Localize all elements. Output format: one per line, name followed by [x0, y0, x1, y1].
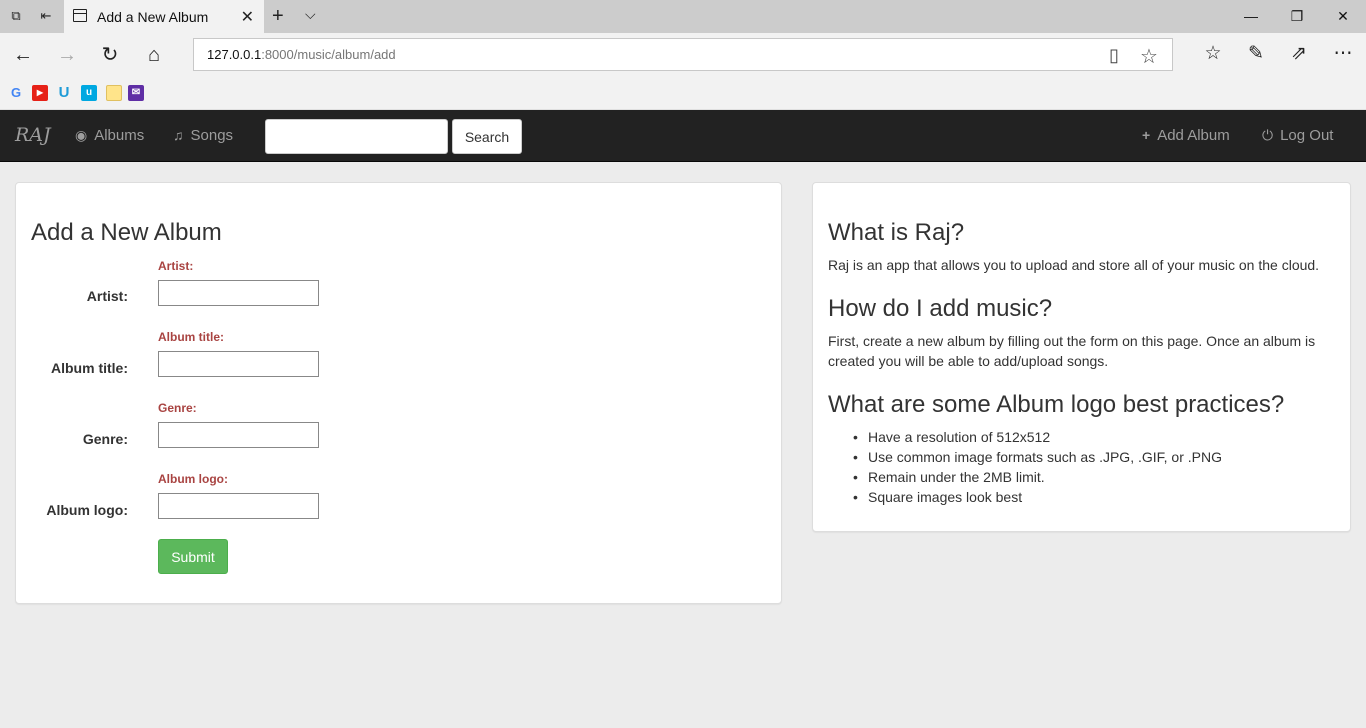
- album-logo-field[interactable]: [158, 493, 319, 519]
- maximize-button[interactable]: ❐: [1274, 0, 1320, 33]
- reading-view-icon[interactable]: ▯: [1109, 45, 1119, 66]
- list-item: Use common image formats such as .JPG, .…: [853, 447, 1222, 467]
- list-item: Have a resolution of 512x512: [853, 427, 1222, 447]
- nav-add-album[interactable]: + Add Album: [1142, 127, 1230, 144]
- refresh-icon[interactable]: ↻: [97, 43, 123, 67]
- pen-notes-icon[interactable]: ✎: [1243, 42, 1269, 65]
- album-title-label: Album title:: [51, 360, 128, 376]
- how-add-text-line2: created you will be able to add/upload s…: [828, 353, 1109, 369]
- best-practices-list: Have a resolution of 512x512 Use common …: [853, 427, 1222, 507]
- url-field[interactable]: 127.0.0.1:8000/music/album/add ▯ ☆: [193, 38, 1173, 71]
- genre-field[interactable]: [158, 422, 319, 448]
- list-item: Square images look best: [853, 487, 1222, 507]
- artist-field[interactable]: [158, 280, 319, 306]
- youtube-favicon-icon[interactable]: ▶: [32, 85, 48, 101]
- album-title-field[interactable]: [158, 351, 319, 377]
- nav-log-out[interactable]: ⏻ Log Out: [1262, 127, 1333, 144]
- tab-title: Add a New Album: [97, 9, 209, 25]
- favorites-bar: G ▶ U u ✉: [0, 77, 1366, 110]
- album-logo-label: Album logo:: [46, 502, 128, 518]
- new-tab-icon[interactable]: +: [272, 5, 284, 28]
- back-icon[interactable]: ←: [10, 43, 36, 67]
- nav-songs[interactable]: ♫ Songs: [173, 127, 233, 144]
- nav-songs-label: Songs: [190, 127, 234, 144]
- minimize-button[interactable]: —: [1228, 0, 1274, 33]
- brand-logo[interactable]: RAJ: [15, 124, 51, 146]
- album-title-error: Album title:: [158, 330, 224, 344]
- how-add-heading: How do I add music?: [828, 295, 1053, 322]
- page-icon: [73, 9, 87, 22]
- active-tab[interactable]: Add a New Album ✕: [64, 0, 264, 33]
- app-navbar: RAJ ◉ Albums ♫ Songs Search + Add Album ⏻ Lo…: [0, 110, 1366, 162]
- close-tab-icon[interactable]: ✕: [241, 7, 254, 27]
- form-title: Add a New Album: [31, 219, 222, 246]
- info-panel: What is Raj? Raj is an app that allows y…: [812, 182, 1351, 532]
- plus-icon: +: [1142, 127, 1151, 143]
- google-favicon-icon[interactable]: G: [8, 85, 24, 101]
- url-text: 127.0.0.1:8000/music/album/add: [207, 47, 396, 62]
- browser-tab-bar: ⧉ ⇤ Add a New Album ✕ + ⌵ — ❐ ✕: [0, 0, 1366, 33]
- address-toolbar: ← → ↻ ⌂ 127.0.0.1:8000/music/album/add ▯…: [0, 33, 1366, 77]
- home-icon[interactable]: ⌂: [141, 43, 167, 67]
- folder-favicon-icon[interactable]: [106, 85, 122, 101]
- artist-label: Artist:: [86, 288, 128, 304]
- disc-icon: ◉: [75, 127, 88, 143]
- list-item: Remain under the 2MB limit.: [853, 467, 1222, 487]
- search-input[interactable]: [265, 119, 448, 154]
- favorites-hub-icon[interactable]: ☆: [1200, 42, 1226, 65]
- genre-error: Genre:: [158, 401, 197, 415]
- submit-button[interactable]: Submit: [158, 539, 228, 574]
- album-logo-error: Album logo:: [158, 472, 228, 486]
- share-icon[interactable]: ⇗: [1286, 42, 1312, 65]
- nav-log-out-label: Log Out: [1280, 127, 1334, 144]
- artist-error: Artist:: [158, 259, 194, 273]
- favorite-star-icon[interactable]: ☆: [1140, 44, 1158, 69]
- yahoo-mail-favicon-icon[interactable]: ✉: [128, 85, 144, 101]
- power-icon: ⏻: [1262, 127, 1274, 143]
- add-album-panel: Add a New Album Artist: Artist: Album ti…: [15, 182, 782, 604]
- udemy-favicon-icon[interactable]: u: [81, 85, 97, 101]
- nav-albums-label: Albums: [94, 127, 145, 144]
- chevron-down-icon[interactable]: ⌵: [305, 6, 316, 23]
- how-add-text-line1: First, create a new album by filling out…: [828, 333, 1316, 349]
- best-practices-heading: What are some Album logo best practices?: [828, 391, 1285, 418]
- forward-icon[interactable]: →: [54, 43, 80, 67]
- tabs-aside-icon[interactable]: ⇤: [38, 8, 54, 24]
- udacity-favicon-icon[interactable]: U: [56, 85, 72, 101]
- more-icon[interactable]: ⋯: [1330, 42, 1356, 65]
- nav-add-album-label: Add Album: [1157, 127, 1230, 144]
- genre-label: Genre:: [82, 431, 128, 447]
- close-window-button[interactable]: ✕: [1320, 0, 1366, 33]
- tab-sets-icon[interactable]: ⧉: [8, 8, 24, 24]
- what-is-text: Raj is an app that allows you to upload …: [828, 257, 1320, 273]
- what-is-heading: What is Raj?: [828, 219, 965, 246]
- music-note-icon: ♫: [173, 127, 184, 143]
- nav-albums[interactable]: ◉ Albums: [75, 127, 144, 144]
- search-button[interactable]: Search: [452, 119, 522, 154]
